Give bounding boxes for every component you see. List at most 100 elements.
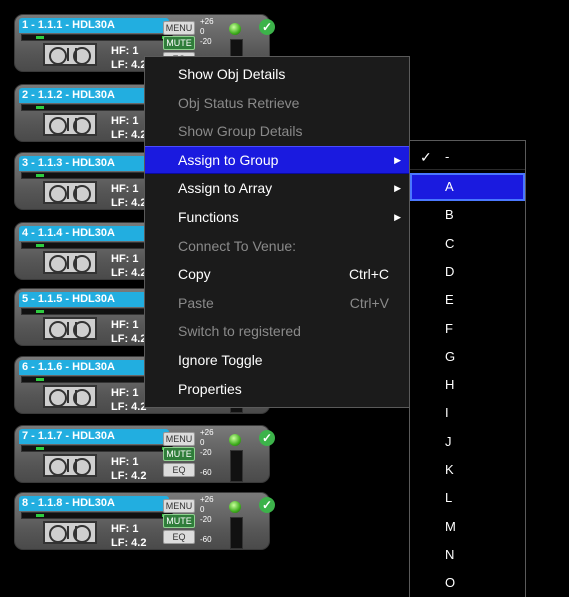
menu-item-ignore-toggle[interactable]: Ignore Toggle	[145, 346, 409, 374]
speaker-icon	[43, 43, 97, 66]
menu-button[interactable]: MENU	[163, 499, 195, 513]
group-option-label: L	[445, 490, 453, 506]
check-circle-icon: ✓	[259, 497, 275, 513]
device-title[interactable]: 7 - 1.1.7 - HDL30A	[19, 429, 169, 444]
check-circle-icon: ✓	[259, 430, 275, 446]
menu-item-obj-status-retrieve: Obj Status Retrieve	[145, 89, 409, 117]
menu-item-show-group-details: Show Group Details	[145, 117, 409, 145]
group-option-label: K	[445, 462, 454, 477]
device-title[interactable]: 1 - 1.1.1 - HDL30A	[19, 18, 169, 33]
lf-value: LF: 4.2	[111, 333, 147, 345]
shortcut-label: Ctrl+V	[349, 294, 389, 311]
menu-item-assign-to-array[interactable]: Assign to Array ▶	[145, 174, 409, 202]
level-meter	[21, 445, 173, 452]
menu-item-label: Copy	[178, 266, 211, 283]
group-option-m[interactable]: M	[410, 513, 525, 541]
volume-fader[interactable]	[230, 450, 243, 482]
menu-item-label: Connect To Venue:	[178, 237, 297, 254]
menu-item-label: Properties	[178, 380, 242, 397]
group-option-g[interactable]: G	[410, 343, 525, 371]
group-option-none[interactable]: ✓ -	[410, 143, 525, 171]
scale-mid: 0	[200, 438, 205, 447]
mute-button[interactable]: MUTE	[163, 447, 195, 461]
shortcut-label: Ctrl+C	[348, 266, 389, 283]
menu-item-label: Show Obj Details	[178, 66, 286, 82]
scale-mid: 0	[200, 505, 205, 514]
hf-value: HF: 1	[111, 456, 139, 468]
device-title[interactable]: 8 - 1.1.8 - HDL30A	[19, 496, 169, 511]
hf-value: HF: 1	[111, 45, 139, 57]
speaker-icon	[43, 385, 97, 408]
menu-item-label: Assign to Group	[178, 151, 279, 168]
status-led-icon	[229, 501, 241, 513]
context-menu: Show Obj Details Obj Status Retrieve Show …	[144, 56, 410, 408]
scale-top: +26	[200, 495, 214, 504]
menu-item-connect-to-venue: Connect To Venue:	[145, 232, 409, 260]
device-panel[interactable]: 7 - 1.1.7 - HDL30A HF: 1 LF: 4.2 MENU MU…	[14, 425, 275, 483]
assign-to-group-submenu: ✓ - A B C D E F G H I J K L M N O	[409, 140, 526, 597]
menu-item-functions[interactable]: Functions ▶	[145, 203, 409, 231]
submenu-arrow-icon: ▶	[394, 154, 401, 165]
check-circle-icon: ✓	[259, 19, 275, 35]
speaker-icon	[43, 521, 97, 544]
volume-fader[interactable]	[230, 517, 243, 549]
group-option-d[interactable]: D	[410, 258, 525, 286]
checkmark-icon: ✓	[420, 149, 432, 165]
lf-value: LF: 4.2	[111, 197, 147, 209]
menu-item-paste: Paste Ctrl+V	[145, 289, 409, 317]
menu-item-copy[interactable]: Copy Ctrl+C	[145, 260, 409, 288]
group-option-k[interactable]: K	[410, 456, 525, 484]
mute-button[interactable]: MUTE	[163, 514, 195, 528]
group-option-label: O	[445, 575, 456, 591]
lf-value: LF: 4.2	[111, 470, 147, 482]
group-option-label: D	[445, 263, 455, 279]
eq-button[interactable]: EQ	[163, 463, 195, 477]
group-option-label: M	[445, 518, 456, 534]
device-panel[interactable]: 8 - 1.1.8 - HDL30A HF: 1 LF: 4.2 MENU MU…	[14, 492, 275, 550]
level-meter	[21, 512, 173, 519]
group-option-label: G	[445, 348, 456, 364]
lf-value: LF: 4.2	[111, 59, 147, 71]
scale-top: +26	[200, 17, 214, 26]
menu-item-label: Assign to Array	[178, 180, 273, 197]
group-option-label: C	[445, 235, 455, 251]
group-option-h[interactable]: H	[410, 371, 525, 399]
scale-lo: -20	[200, 448, 212, 457]
hf-value: HF: 1	[111, 183, 139, 195]
speaker-icon	[43, 454, 97, 477]
submenu-arrow-icon: ▶	[394, 183, 401, 194]
menu-item-assign-to-group[interactable]: Assign to Group ▶	[145, 145, 409, 174]
group-option-l[interactable]: L	[410, 484, 525, 512]
group-option-n[interactable]: N	[410, 541, 525, 569]
mute-button[interactable]: MUTE	[163, 36, 195, 50]
menu-item-label: Paste	[178, 294, 214, 311]
group-option-a[interactable]: A	[410, 173, 525, 201]
scale-top: +26	[200, 428, 214, 437]
group-option-label: H	[445, 377, 455, 393]
menu-item-show-obj-details[interactable]: Show Obj Details	[145, 60, 409, 88]
menu-item-label: Obj Status Retrieve	[178, 94, 300, 111]
menu-item-properties[interactable]: Properties	[145, 375, 409, 403]
group-option-label: A	[445, 179, 454, 194]
group-option-f[interactable]: F	[410, 315, 525, 343]
group-option-e[interactable]: E	[410, 286, 525, 314]
group-option-label: N	[445, 546, 455, 562]
speaker-icon	[43, 181, 97, 204]
lf-value: LF: 4.2	[111, 537, 147, 549]
group-option-j[interactable]: J	[410, 428, 525, 456]
level-meter	[21, 34, 173, 41]
hf-value: HF: 1	[111, 115, 139, 127]
group-option-o[interactable]: O	[410, 569, 525, 597]
scale-lo: -20	[200, 37, 212, 46]
speaker-icon	[43, 317, 97, 340]
status-led-icon	[229, 23, 241, 35]
scale-bot: -60	[200, 468, 212, 477]
group-option-c[interactable]: C	[410, 230, 525, 258]
menu-button[interactable]: MENU	[163, 432, 195, 446]
speaker-icon	[43, 251, 97, 274]
menu-button[interactable]: MENU	[163, 21, 195, 35]
group-option-b[interactable]: B	[410, 201, 525, 229]
submenu-arrow-icon: ▶	[394, 212, 401, 222]
group-option-i[interactable]: I	[410, 399, 525, 427]
eq-button[interactable]: EQ	[163, 530, 195, 544]
